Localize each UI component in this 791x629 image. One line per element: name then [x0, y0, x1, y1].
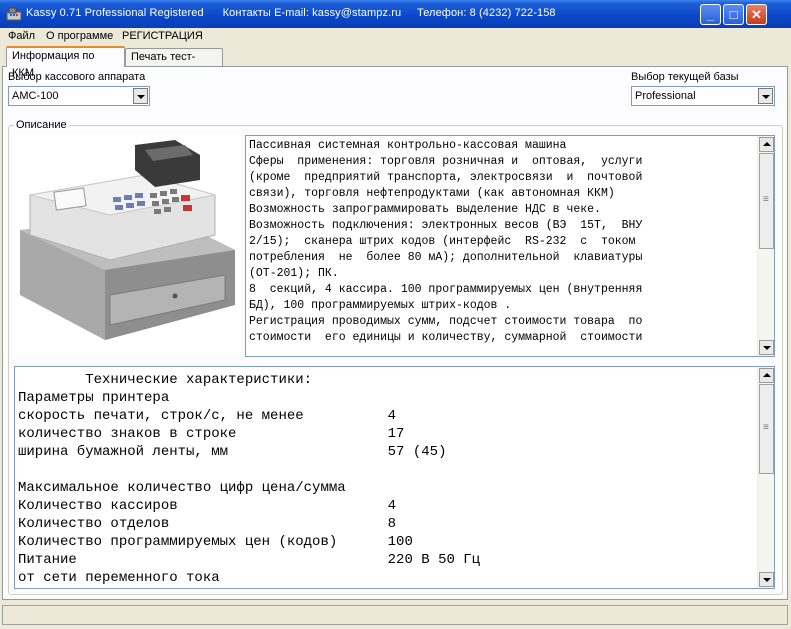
description-line: Возможность подключения: электронных вес…	[249, 219, 643, 232]
specs-line: от сети переменного тока	[18, 570, 220, 586]
specs-line: ширина бумажной ленты, мм 57 (45)	[18, 444, 447, 460]
base-select-value: Professional	[635, 90, 696, 102]
base-select-label: Выбор текущей базы	[631, 71, 739, 83]
scroll-thumb[interactable]	[759, 153, 774, 249]
close-icon: ✕	[751, 7, 762, 22]
tab-test-print[interactable]: Печать тест-чека	[125, 48, 223, 80]
description-line: Регистрация проводимых сумм, подсчет сто…	[249, 315, 643, 328]
scroll-down-button[interactable]	[759, 572, 774, 587]
menu-bar: Файл О программе РЕГИСТРАЦИЯ	[0, 28, 791, 46]
minimize-button[interactable]: _	[700, 4, 721, 25]
menu-registration[interactable]: РЕГИСТРАЦИЯ	[122, 30, 203, 42]
chevron-down-icon[interactable]	[758, 88, 773, 104]
device-select[interactable]: АМС-100	[8, 86, 150, 106]
description-line: Пассивная системная контрольно-кассовая …	[249, 139, 567, 152]
description-memo[interactable]: Пассивная системная контрольно-кассовая …	[245, 135, 775, 357]
description-line: потребления не более 80 мА); дополнитель…	[249, 251, 643, 264]
tab-strip: Информация по ККМ Печать тест-чека	[0, 46, 791, 80]
scroll-up-button[interactable]	[759, 368, 774, 383]
description-group-title: Описание	[14, 119, 69, 131]
specs-line: количество знаков в строке 17	[18, 426, 405, 442]
tab-kkm-info[interactable]: Информация по ККМ	[6, 46, 125, 79]
maximize-icon: □	[729, 7, 738, 22]
description-line: связи), торговля нефтепродуктами (как ав…	[249, 187, 615, 200]
description-line: Сферы применения: торговля розничная и о…	[249, 155, 643, 168]
device-select-value: АМС-100	[12, 90, 59, 102]
specs-memo[interactable]: Технические характеристики: Параметры при…	[14, 366, 775, 589]
maximize-button[interactable]: □	[723, 4, 744, 25]
scroll-thumb[interactable]	[759, 384, 774, 474]
title-bar[interactable]: Kassy 0.71 Professional Registered Конта…	[0, 0, 791, 28]
specs-line: Количество программируемых цен (кодов) 1…	[18, 534, 413, 550]
specs-line	[18, 461, 480, 479]
description-scrollbar[interactable]	[757, 136, 774, 356]
window-title: Kassy 0.71 Professional Registered Конта…	[26, 7, 556, 19]
menu-file[interactable]: Файл	[8, 30, 35, 42]
description-line: 8 секций, 4 кассира. 100 программируемых…	[249, 283, 643, 296]
specs-line: Питание 220 В 50 Гц	[18, 552, 481, 568]
minimize-icon: _	[706, 7, 715, 22]
chevron-down-icon[interactable]	[133, 88, 148, 104]
menu-about[interactable]: О программе	[46, 30, 113, 42]
close-button[interactable]: ✕	[746, 4, 767, 25]
status-bar	[2, 605, 788, 625]
description-line: БД), 100 программируемых штрих-кодов .	[249, 299, 512, 312]
specs-line: скорость печати, строк/с, не менее 4	[18, 408, 397, 424]
description-line: (ОТ-201); ПК.	[249, 267, 339, 280]
scroll-down-button[interactable]	[759, 340, 774, 355]
specs-line: Количество кассиров 4	[18, 498, 397, 514]
base-select[interactable]: Professional	[631, 86, 775, 106]
specs-text: Технические характеристики: Параметры при…	[18, 371, 480, 587]
specs-line: Максимальное количество цифр цена/сумма	[18, 480, 346, 496]
description-line: Возможность запрограммировать выделение …	[249, 203, 601, 216]
description-line: 2/15); сканера штрих кодов (интерфейс RS…	[249, 235, 636, 248]
description-line: (кроме предприятий транспорта, электросв…	[249, 171, 643, 184]
scroll-up-button[interactable]	[759, 137, 774, 152]
specs-scrollbar[interactable]	[757, 367, 774, 588]
specs-line: Технические характеристики:	[18, 372, 313, 388]
specs-line: Параметры принтера	[18, 390, 170, 406]
cash-register-image	[15, 135, 241, 355]
description-line: стоимости его единицы и количеству, сумм…	[249, 331, 643, 344]
specs-line: Количество отделов 8	[18, 516, 397, 532]
description-text: Пассивная системная контрольно-кассовая …	[249, 138, 642, 346]
app-icon	[6, 7, 22, 21]
